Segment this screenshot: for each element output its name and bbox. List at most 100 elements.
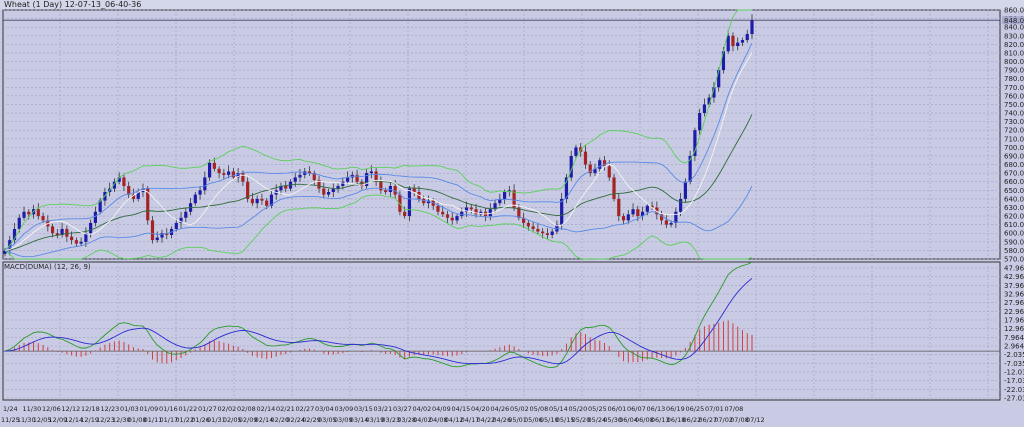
x-axis-label-top: 12/18 — [81, 405, 100, 413]
candle-bear — [231, 171, 235, 178]
price-axis-tick: 710.00 — [1004, 135, 1024, 143]
price-axis-tick: 600.00 — [1004, 230, 1024, 238]
chart-canvas[interactable]: MACD(DUMA) (12, 26, 9)860.00850.00840.00… — [0, 0, 1024, 427]
macd-axis-tick: 12.9646 — [1004, 325, 1024, 333]
candle-bull — [407, 188, 412, 217]
x-axis-label-top: 12/23 — [101, 405, 120, 413]
candle-bull — [683, 181, 687, 199]
candle-bull — [502, 192, 507, 199]
candle-bear — [664, 220, 668, 225]
macd-axis-tick: -17.0354 — [1004, 377, 1024, 385]
candle-bull — [184, 211, 188, 218]
x-axis-label-top: 11/30 — [23, 405, 42, 413]
candle-bull — [369, 171, 373, 174]
x-axis-label-top: 05/08 — [530, 405, 549, 413]
price-axis-tick: 610.00 — [1004, 221, 1024, 229]
candle-bear — [70, 236, 74, 241]
candle-bull — [574, 147, 578, 156]
candle-bull — [293, 177, 297, 182]
x-axis-label-top: 04/15 — [452, 405, 471, 413]
macd-axis-tick: 32.9646 — [1004, 291, 1024, 299]
price-axis-tick: 640.00 — [1004, 195, 1024, 203]
candle-bear — [731, 35, 735, 47]
candle-bear — [441, 211, 445, 215]
x-axis-label-top: 03/04 — [315, 405, 334, 413]
candle-bear — [536, 228, 540, 232]
candle-bear — [450, 217, 454, 221]
x-axis-label-top: 02/14 — [257, 405, 276, 413]
candle-bear — [379, 181, 383, 191]
price-axis-tick: 730.00 — [1004, 118, 1024, 126]
candle-bull — [203, 177, 207, 191]
candle-bull — [174, 222, 178, 229]
x-axis-label-top: 07/08 — [725, 405, 744, 413]
candle-bear — [74, 240, 78, 244]
price-axis-tick: 720.00 — [1004, 127, 1024, 135]
candle-bear — [250, 198, 255, 204]
candle-bear — [403, 211, 407, 217]
candle-bear — [50, 226, 55, 234]
candle-bear — [217, 168, 221, 174]
x-axis-label-top: 06/19 — [666, 405, 685, 413]
price-axis-tick: 660.00 — [1004, 178, 1024, 186]
price-axis-tick: 690.00 — [1004, 152, 1024, 160]
price-axis-tick: 770.00 — [1004, 84, 1024, 92]
price-axis-tick: 790.00 — [1004, 67, 1024, 75]
x-axis-label-top: 01/22 — [179, 405, 198, 413]
candle-bull — [598, 160, 602, 169]
candle-bull — [22, 211, 26, 218]
candle-bull — [79, 241, 83, 244]
candle-bull — [198, 190, 202, 195]
current-price-label: 848.00 — [1004, 17, 1024, 25]
macd-axis-tick: 7.9646 — [1004, 334, 1024, 342]
x-axis-label-top: 07/01 — [705, 405, 724, 413]
candle-bear — [241, 173, 245, 182]
x-axis-label-top: 04/26 — [491, 405, 510, 413]
candle-bull — [17, 217, 21, 229]
candle-bull — [255, 198, 259, 204]
candle-bear — [541, 231, 545, 234]
x-axis-label-top: 02/02 — [218, 405, 237, 413]
candle-bull — [674, 211, 678, 223]
candle-bull — [679, 198, 683, 212]
price-axis-tick: 840.00 — [1004, 24, 1024, 32]
candle-bear — [150, 220, 155, 241]
candle-bear — [36, 209, 40, 217]
candle-bull — [89, 222, 93, 234]
price-axis-tick: 800.00 — [1004, 58, 1024, 66]
x-axis-label-top: 02/21 — [276, 405, 295, 413]
candle-bull — [740, 40, 745, 43]
candle-bull — [750, 20, 754, 35]
candle-bull — [721, 51, 726, 71]
candle-bull — [745, 34, 749, 41]
macd-axis-tick: 2.9646 — [1004, 343, 1024, 351]
candle-bull — [455, 216, 459, 221]
candle-bear — [583, 151, 588, 165]
candle-bear — [222, 173, 226, 175]
price-axis-tick: 570.00 — [1004, 256, 1024, 264]
price-axis-tick: 630.00 — [1004, 204, 1024, 212]
x-axis-label-top: 04/02 — [413, 405, 432, 413]
candle-bull — [207, 162, 212, 178]
price-axis-tick: 580.00 — [1004, 247, 1024, 255]
price-axis-tick: 830.00 — [1004, 32, 1024, 40]
candle-bear — [260, 198, 264, 201]
price-axis-tick: 780.00 — [1004, 75, 1024, 83]
x-axis-label-top: 05/25 — [588, 405, 607, 413]
macd-axis-tick: -2.0354 — [1004, 351, 1024, 359]
candle-bull — [155, 237, 159, 241]
candle-bear — [602, 160, 607, 167]
candle-bull — [326, 192, 331, 195]
macd-axis-tick: -27.0354 — [1004, 395, 1024, 403]
candle-bear — [526, 222, 530, 227]
x-axis-label-top: 03/09 — [335, 405, 354, 413]
candle-bull — [331, 188, 335, 193]
candle-bear — [636, 209, 640, 217]
candle-bear — [445, 214, 450, 218]
x-axis-label-top: 06/07 — [627, 405, 646, 413]
candle-bear — [621, 216, 626, 221]
macd-axis-tick: 27.9646 — [1004, 299, 1024, 307]
candle-bear — [122, 177, 126, 187]
candle-bear — [612, 177, 616, 199]
candle-bear — [412, 188, 416, 193]
